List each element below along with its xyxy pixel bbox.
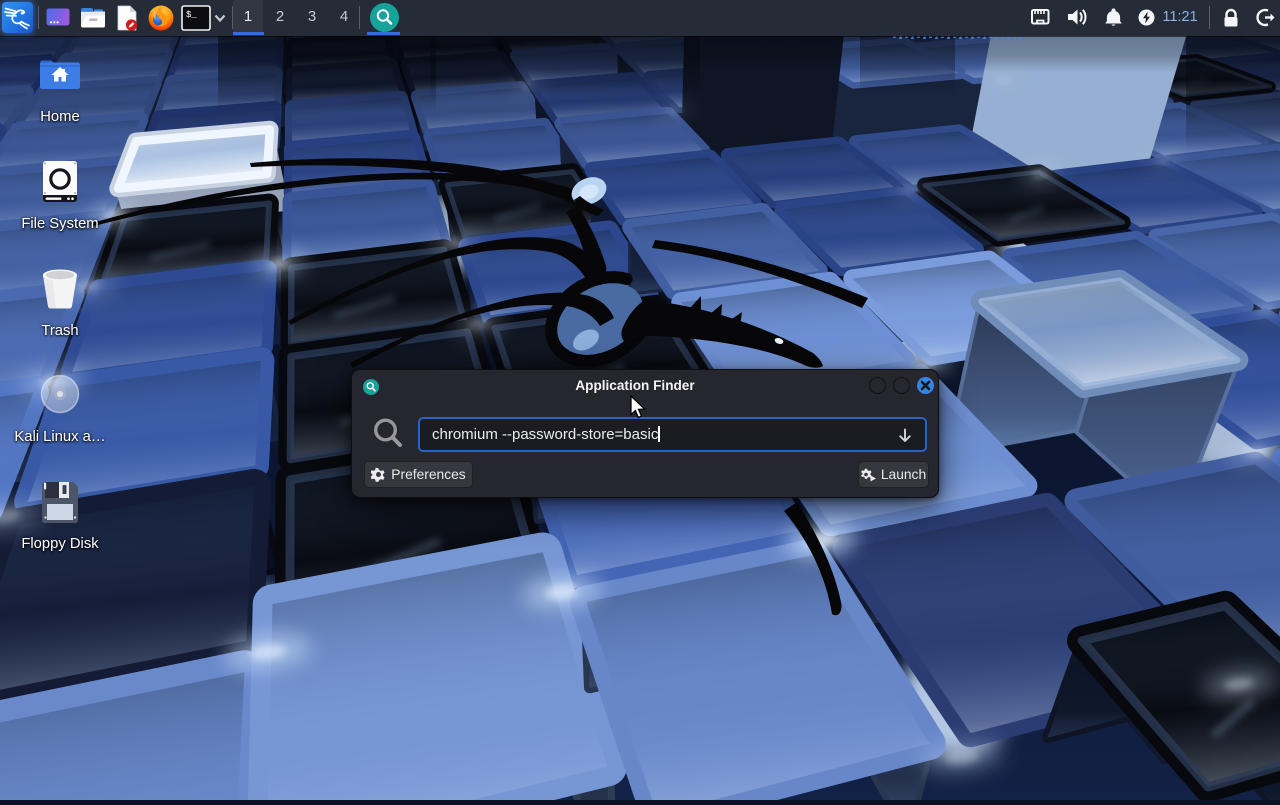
svg-text:$_: $_ bbox=[186, 10, 197, 20]
